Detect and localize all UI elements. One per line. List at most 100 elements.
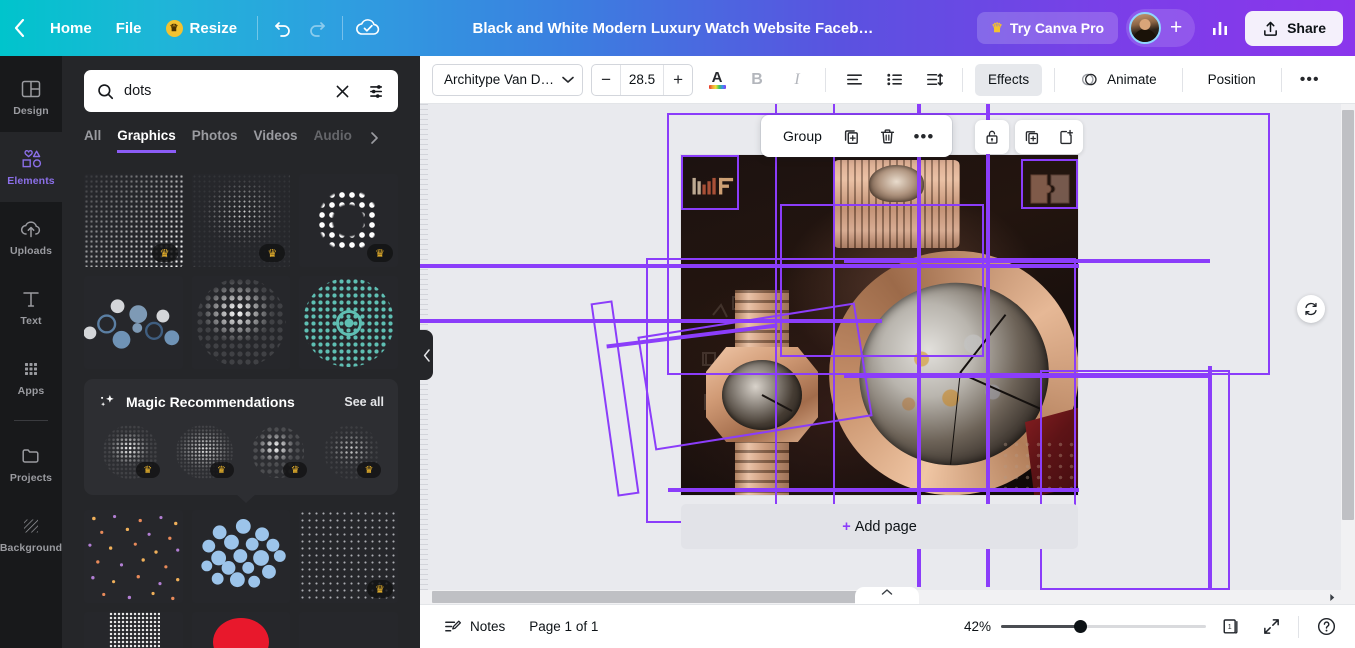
add-page-button[interactable] <box>1049 120 1083 154</box>
canva-editor-window: Home File ♛ Resize Black and White Moder… <box>0 0 1355 648</box>
sidebar-item-design[interactable]: Design <box>0 62 62 132</box>
try-canva-pro-label: Try Canva Pro <box>1009 20 1105 36</box>
sidebar-item-background[interactable]: Background <box>0 499 62 569</box>
magic-result[interactable]: ♛ <box>245 423 311 481</box>
slider-knob[interactable] <box>1073 620 1087 633</box>
pro-crown-badge: ♛ <box>357 462 381 478</box>
filter-sliders-icon <box>369 84 382 98</box>
graphic-result[interactable]: ♛ <box>299 510 398 603</box>
text-toolbar: Architype Van D… − 28.5 + A B I Effects … <box>420 56 1355 104</box>
duplicate-button[interactable] <box>836 120 868 152</box>
home-button[interactable]: Home <box>38 13 104 44</box>
graphic-result[interactable]: ♛ <box>299 174 398 267</box>
document-title-text[interactable]: Black and White Modern Luxury Watch Webs… <box>463 15 893 42</box>
design-page[interactable] <box>681 155 1078 495</box>
clear-search-button[interactable] <box>329 78 355 104</box>
effects-button[interactable]: Effects <box>975 63 1043 96</box>
search-box[interactable] <box>84 70 398 112</box>
try-canva-pro-button[interactable]: ♛ Try Canva Pro <box>977 12 1119 44</box>
collapse-panel-button[interactable] <box>420 330 433 380</box>
tabs-scroll-right-button[interactable] <box>368 131 380 145</box>
fullscreen-button[interactable] <box>1256 612 1286 642</box>
graphic-result[interactable]: ♛ <box>84 174 183 267</box>
sidebar-item-label: Background <box>0 541 63 554</box>
divider <box>342 16 344 40</box>
invite-members-button[interactable]: + <box>1161 13 1191 43</box>
graphic-result[interactable]: ♛ <box>191 174 291 267</box>
canvas-vertical-scrollbar[interactable] <box>1341 104 1355 624</box>
notes-button[interactable]: Notes <box>434 612 514 642</box>
graphic-result[interactable] <box>191 276 291 369</box>
pro-crown-badge: ♛ <box>135 462 160 478</box>
line-spacing-button[interactable] <box>918 64 950 96</box>
resize-button[interactable]: ♛ Resize <box>154 13 250 44</box>
magic-result[interactable]: ♛ <box>171 423 237 481</box>
lock-button[interactable] <box>975 120 1009 154</box>
page-indicator[interactable]: Page 1 of 1 <box>520 619 607 634</box>
collaborators-group[interactable]: + <box>1126 9 1196 47</box>
add-page-strip[interactable]: + Add page <box>681 504 1078 549</box>
sidebar-item-projects[interactable]: Projects <box>0 429 62 499</box>
undo-button[interactable] <box>266 11 300 45</box>
more-options-button[interactable]: ••• <box>1294 64 1326 96</box>
scroll-right-button[interactable] <box>1325 590 1339 604</box>
scrollbar-thumb[interactable] <box>1342 110 1354 520</box>
tab-all[interactable]: All <box>84 122 101 153</box>
zoom-slider[interactable] <box>1001 618 1206 636</box>
graphic-result[interactable] <box>191 510 291 603</box>
magic-result[interactable]: ♛ <box>98 423 163 481</box>
graphic-result[interactable] <box>299 612 398 648</box>
font-size-decrease-button[interactable]: − <box>592 65 620 95</box>
bullet-list-button[interactable] <box>878 64 910 96</box>
graphic-result[interactable] <box>191 612 291 648</box>
font-size-increase-button[interactable]: + <box>664 65 692 95</box>
tab-audio[interactable]: Audio <box>314 122 352 153</box>
graphic-result[interactable] <box>84 510 183 603</box>
tab-graphics[interactable]: Graphics <box>117 122 176 153</box>
collapse-pages-button[interactable] <box>855 587 919 604</box>
graphic-result[interactable] <box>299 276 398 369</box>
help-button[interactable] <box>1311 612 1341 642</box>
search-results[interactable]: ♛ ♛ ♛ Magic Recommendations See all ♛ ♛ … <box>62 174 420 648</box>
graphic-result[interactable] <box>84 276 183 369</box>
sidebar-item-label: Design <box>13 104 49 117</box>
see-all-button[interactable]: See all <box>344 395 384 409</box>
search-input[interactable] <box>124 83 320 99</box>
rotate-handle[interactable] <box>1297 295 1325 323</box>
tab-photos[interactable]: Photos <box>192 122 238 153</box>
top-bar-right-group: ♛ Try Canva Pro + Share <box>977 9 1355 47</box>
font-family-select[interactable]: Architype Van D… <box>432 63 584 96</box>
file-menu-button[interactable]: File <box>104 13 154 44</box>
text-align-button[interactable] <box>838 64 870 96</box>
search-filter-button[interactable] <box>364 78 390 104</box>
text-color-button[interactable]: A <box>701 64 733 96</box>
group-button[interactable]: Group <box>773 128 832 144</box>
bold-button[interactable]: B <box>741 64 773 96</box>
canvas-area[interactable]: Group ••• + Add page <box>420 104 1355 648</box>
page-view-button[interactable]: 1 <box>1216 612 1246 642</box>
redo-button[interactable] <box>300 11 334 45</box>
tab-label: Photos <box>191 128 238 143</box>
scrollbar-thumb[interactable] <box>432 591 897 603</box>
italic-button[interactable]: I <box>781 64 813 96</box>
back-button[interactable] <box>0 19 38 37</box>
magic-result[interactable]: ♛ <box>319 423 384 481</box>
sidebar-item-text[interactable]: Text <box>0 272 62 342</box>
animate-button[interactable]: Animate <box>1067 64 1170 96</box>
sparkles-icon <box>101 395 114 407</box>
font-size-input[interactable]: 28.5 <box>620 64 665 95</box>
insights-button[interactable] <box>1203 11 1237 45</box>
avatar[interactable] <box>1129 12 1162 44</box>
graphic-result[interactable] <box>84 612 183 648</box>
cloud-save-status-button[interactable] <box>351 11 385 45</box>
duplicate-page-button[interactable] <box>1015 120 1049 154</box>
tab-videos[interactable]: Videos <box>254 122 298 153</box>
delete-button[interactable] <box>872 120 904 152</box>
sidebar-item-apps[interactable]: Apps <box>0 342 62 412</box>
context-more-button[interactable]: ••• <box>908 120 940 152</box>
sidebar-item-elements[interactable]: Elements <box>0 132 62 202</box>
resize-label: Resize <box>189 19 238 37</box>
position-button[interactable]: Position <box>1195 64 1269 96</box>
sidebar-item-uploads[interactable]: Uploads <box>0 202 62 272</box>
share-button[interactable]: Share <box>1245 10 1343 46</box>
